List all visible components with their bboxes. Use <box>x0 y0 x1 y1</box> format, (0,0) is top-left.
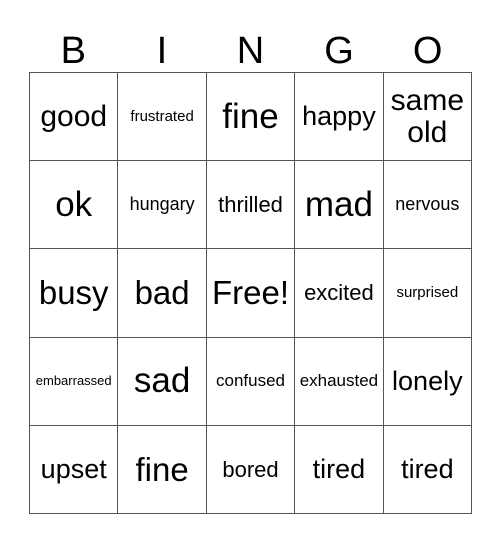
header-letter-i: I <box>156 30 168 72</box>
bingo-cell[interactable]: upset <box>30 425 119 515</box>
bingo-cell-label: mad <box>304 185 373 225</box>
bingo-cell[interactable]: fine <box>206 73 296 162</box>
bingo-cell[interactable]: surprised <box>383 249 473 338</box>
bingo-cell-label: nervous <box>395 194 460 215</box>
bingo-cell[interactable]: tired <box>383 425 473 515</box>
bingo-cell[interactable]: good <box>30 73 119 162</box>
bingo-cell[interactable]: frustrated <box>118 73 207 162</box>
bingo-cell-label: fine <box>222 96 279 136</box>
bingo-cell-label: excited <box>304 280 374 306</box>
bingo-cell[interactable]: nervous <box>383 161 473 250</box>
bingo-cell-label: busy <box>38 274 109 312</box>
bingo-cell-label: frustrated <box>130 107 194 125</box>
bingo-cell-label: surprised <box>396 283 459 301</box>
bingo-cell-label: good <box>40 99 108 133</box>
bingo-row: upset fine bored tired tired <box>30 425 473 515</box>
bingo-cell[interactable]: bored <box>206 425 296 515</box>
bingo-cell-label: tired <box>401 453 454 484</box>
bingo-row: busy bad Free! excited surprised <box>30 249 473 338</box>
bingo-cell-label: hungary <box>129 194 195 215</box>
bingo-cell-label: sad <box>133 361 191 401</box>
bingo-grid: good frustrated fine happy same old ok h… <box>29 72 473 515</box>
bingo-cell-label: confused <box>216 371 286 391</box>
bingo-cell-label: lonely <box>392 365 463 396</box>
bingo-row: embarrassed sad confused exhausted lonel… <box>30 337 473 426</box>
bingo-cell[interactable]: mad <box>295 161 384 250</box>
bingo-cell[interactable]: embarrassed <box>30 337 119 426</box>
bingo-cell[interactable]: same old <box>383 73 473 162</box>
bingo-header-row: B I N G O <box>29 18 472 72</box>
bingo-cell[interactable]: fine <box>118 425 207 515</box>
header-letter-n: N <box>236 30 265 72</box>
bingo-cell-label: Free! <box>212 274 290 312</box>
bingo-cell-label: fine <box>135 450 189 488</box>
bingo-cell-label: ok <box>55 185 93 225</box>
bingo-cell-label: embarrassed <box>35 373 112 389</box>
bingo-cell-label: bored <box>222 456 279 482</box>
bingo-cell-label: thrilled <box>218 192 283 218</box>
bingo-cell[interactable]: sad <box>118 337 207 426</box>
bingo-cell[interactable]: confused <box>206 337 296 426</box>
bingo-row: good frustrated fine happy same old <box>30 73 473 162</box>
bingo-cell-label: upset <box>40 453 107 484</box>
bingo-cell-label: same old <box>390 83 464 149</box>
bingo-cell-label: happy <box>302 101 376 132</box>
header-letter-o: O <box>412 30 443 72</box>
bingo-cell[interactable]: ok <box>30 161 119 250</box>
bingo-cell[interactable]: exhausted <box>295 337 384 426</box>
header-letter-g: G <box>324 30 354 72</box>
bingo-row: ok hungary thrilled mad nervous <box>30 161 473 250</box>
bingo-cell[interactable]: bad <box>118 249 207 338</box>
bingo-cell[interactable]: tired <box>295 425 384 515</box>
bingo-cell[interactable]: happy <box>295 73 384 162</box>
bingo-cell[interactable]: excited <box>295 249 384 338</box>
bingo-cell[interactable]: busy <box>30 249 119 338</box>
bingo-cell-label: exhausted <box>299 371 379 391</box>
bingo-card: B I N G O good frustrated fine happy sam… <box>0 0 500 544</box>
bingo-cell-label: bad <box>134 274 190 312</box>
bingo-cell-free-space[interactable]: Free! <box>206 249 296 338</box>
bingo-cell-label: tired <box>312 453 366 484</box>
bingo-cell[interactable]: thrilled <box>206 161 296 250</box>
bingo-cell[interactable]: lonely <box>383 337 473 426</box>
header-letter-b: B <box>60 30 86 72</box>
bingo-cell[interactable]: hungary <box>118 161 207 250</box>
